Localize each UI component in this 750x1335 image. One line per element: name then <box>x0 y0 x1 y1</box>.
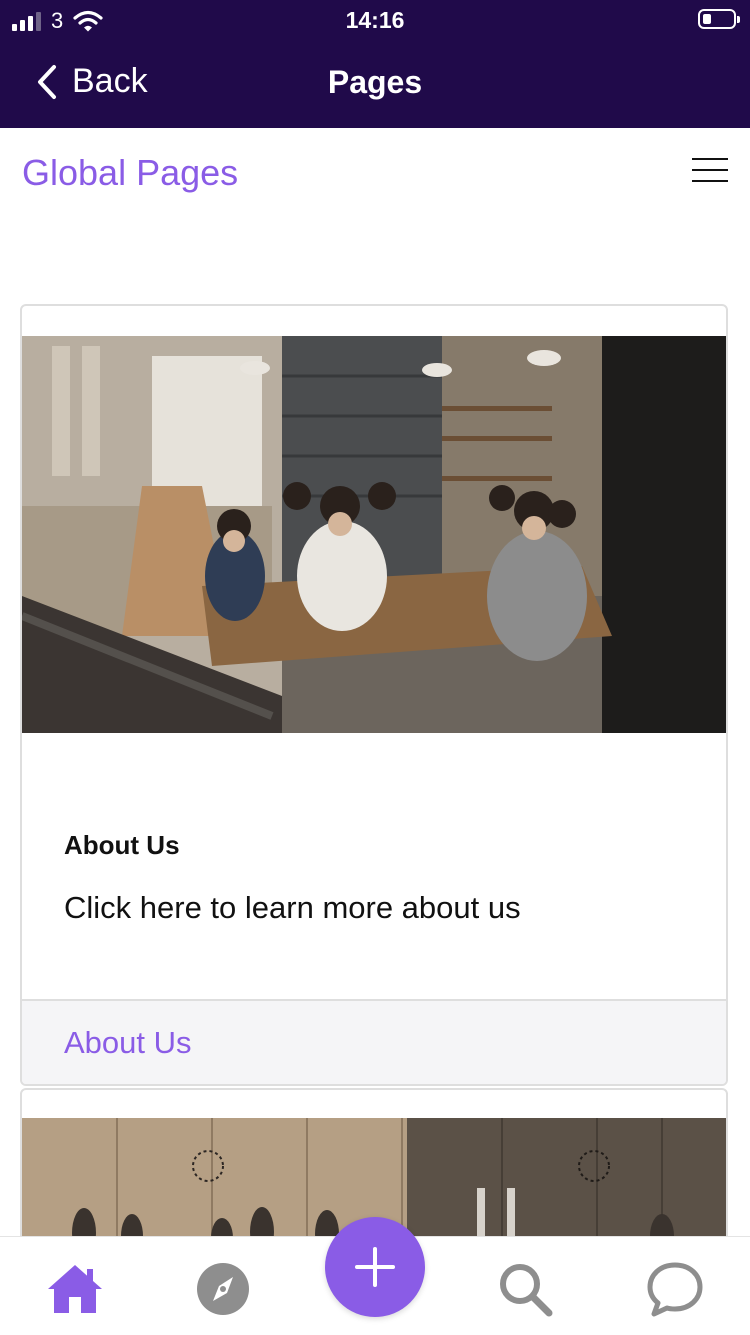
search-icon <box>500 1264 553 1317</box>
team-meeting-photo <box>22 336 726 733</box>
chevron-left-icon <box>38 64 56 99</box>
back-button[interactable]: Back <box>36 62 148 101</box>
compass-icon <box>197 1263 249 1315</box>
add-button[interactable] <box>325 1217 425 1317</box>
back-label: Back <box>72 62 148 100</box>
card-footer: About Us <box>22 999 726 1084</box>
about-us-link[interactable]: About Us <box>64 1025 192 1061</box>
card-description: Click here to learn more about us <box>64 890 521 925</box>
plus-icon <box>355 1247 395 1287</box>
navigation-bar: Back Pages <box>0 40 750 128</box>
card-title: About Us <box>64 830 180 860</box>
tab-messages[interactable] <box>645 1259 705 1319</box>
status-time: 14:16 <box>345 7 405 33</box>
page-title: Global Pages <box>22 152 239 193</box>
tab-home[interactable] <box>45 1259 105 1319</box>
home-icon <box>48 1265 102 1313</box>
tab-search[interactable] <box>495 1259 555 1319</box>
chat-bubble-icon <box>647 1262 703 1317</box>
status-bar: 3 14:16 <box>0 0 750 40</box>
menu-button[interactable] <box>692 158 728 184</box>
battery-icon <box>698 9 740 29</box>
page-card-about-us[interactable]: About Us Click here to learn more about … <box>20 304 728 1086</box>
tab-explore[interactable] <box>193 1259 253 1319</box>
page-header: Global Pages <box>0 128 750 220</box>
